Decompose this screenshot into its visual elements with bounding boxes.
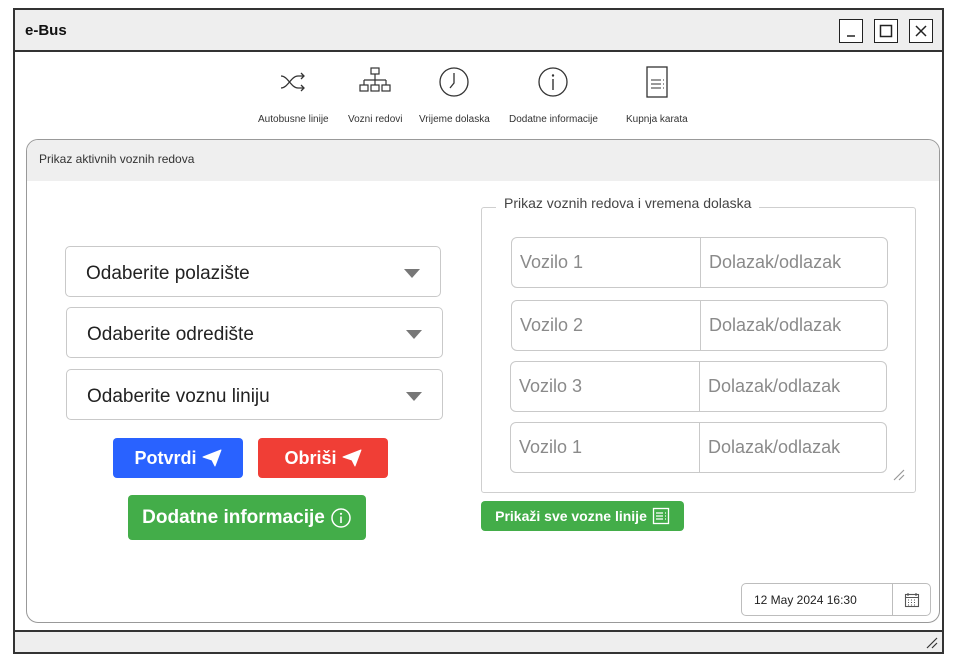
close-icon <box>915 25 927 37</box>
sitemap-icon <box>359 67 391 92</box>
time-cell: Dolazak/odlazak <box>699 362 886 411</box>
maximize-button[interactable] <box>874 19 898 43</box>
toolbar-label: Dodatne informacije <box>509 114 598 125</box>
vehicle-cell: Vozilo 1 <box>520 252 584 272</box>
destination-select[interactable]: Odaberite odredište <box>66 307 443 358</box>
app-window: e-Bus Autobusne linije Vozni redovi Vrij… <box>13 8 944 654</box>
delete-label: Obriši <box>284 447 337 468</box>
send-icon <box>342 449 361 467</box>
delete-button[interactable]: Obriši <box>258 438 388 478</box>
timetable-row[interactable]: Vozilo 1 Dolazak/odlazak <box>510 422 887 473</box>
timetable-row[interactable]: Vozilo 2 Dolazak/odlazak <box>511 300 888 351</box>
chevron-down-icon <box>406 330 422 339</box>
main-toolbar: Autobusne linije Vozni redovi Vrijeme do… <box>15 52 942 132</box>
clock-icon <box>439 67 470 97</box>
toolbar-item-buy-tickets[interactable]: Kupnja karata <box>626 64 688 125</box>
maximize-icon <box>879 24 893 38</box>
close-button[interactable] <box>909 19 933 43</box>
calendar-icon <box>904 592 919 607</box>
active-timetables-panel: Prikaz aktivnih voznih redova Odaberite … <box>26 139 940 623</box>
time-cell: Dolazak/odlazak <box>700 301 887 350</box>
minimize-icon <box>847 35 855 37</box>
show-all-label: Prikaži sve vozne linije <box>495 508 647 524</box>
show-all-lines-button[interactable]: Prikaži sve vozne linije <box>481 501 684 531</box>
vehicle-cell: Vozilo 3 <box>519 376 583 396</box>
toolbar-item-bus-lines[interactable]: Autobusne linije <box>258 64 329 125</box>
time-cell: Dolazak/odlazak <box>700 238 887 287</box>
panel-title: Prikaz aktivnih voznih redova <box>27 140 939 181</box>
toolbar-item-additional-info[interactable]: Dodatne informacije <box>509 64 598 125</box>
toolbar-label: Vrijeme dolaska <box>419 114 490 125</box>
toolbar-label: Kupnja karata <box>626 114 688 125</box>
toolbar-label: Autobusne linije <box>258 114 329 125</box>
datetime-picker[interactable]: 12 May 2024 16:30 <box>741 583 931 616</box>
vehicle-cell: Vozilo 2 <box>520 315 584 335</box>
status-bar <box>15 630 942 652</box>
datetime-value: 12 May 2024 16:30 <box>754 593 857 607</box>
chevron-down-icon <box>406 392 422 401</box>
toolbar-label: Vozni redovi <box>348 114 403 125</box>
line-select[interactable]: Odaberite voznu liniju <box>66 369 443 420</box>
list-icon <box>652 507 670 525</box>
shuffle-icon <box>281 72 306 92</box>
window-title: e-Bus <box>25 22 67 39</box>
select-value: Odaberite odredište <box>87 324 254 345</box>
vehicle-cell: Vozilo 1 <box>519 437 583 457</box>
info-icon <box>538 67 569 97</box>
confirm-label: Potvrdi <box>134 447 197 468</box>
send-icon <box>202 449 221 467</box>
toolbar-item-timetables[interactable]: Vozni redovi <box>348 64 402 125</box>
timetable-row[interactable]: Vozilo 1 Dolazak/odlazak <box>511 237 888 288</box>
timetable-row[interactable]: Vozilo 3 Dolazak/odlazak <box>510 361 887 412</box>
time-cell: Dolazak/odlazak <box>699 423 886 472</box>
info-icon <box>331 507 351 528</box>
departure-select[interactable]: Odaberite polazište <box>65 246 441 297</box>
select-value: Odaberite voznu liniju <box>87 386 270 407</box>
toolbar-item-arrival-time[interactable]: Vrijeme dolaska <box>419 64 490 125</box>
confirm-button[interactable]: Potvrdi <box>113 438 243 478</box>
more-info-button[interactable]: Dodatne informacije <box>128 495 366 540</box>
more-info-label: Dodatne informacije <box>142 506 325 528</box>
timetable-legend: Prikaz voznih redova i vremena dolaska <box>496 195 760 211</box>
calendar-button[interactable] <box>892 584 930 615</box>
minimize-button[interactable] <box>839 19 863 43</box>
title-bar: e-Bus <box>15 10 942 52</box>
resize-grip-icon[interactable] <box>891 467 905 481</box>
document-icon <box>646 66 668 98</box>
chevron-down-icon <box>404 269 420 278</box>
resize-grip-icon[interactable] <box>924 635 938 649</box>
select-value: Odaberite polazište <box>86 263 250 284</box>
